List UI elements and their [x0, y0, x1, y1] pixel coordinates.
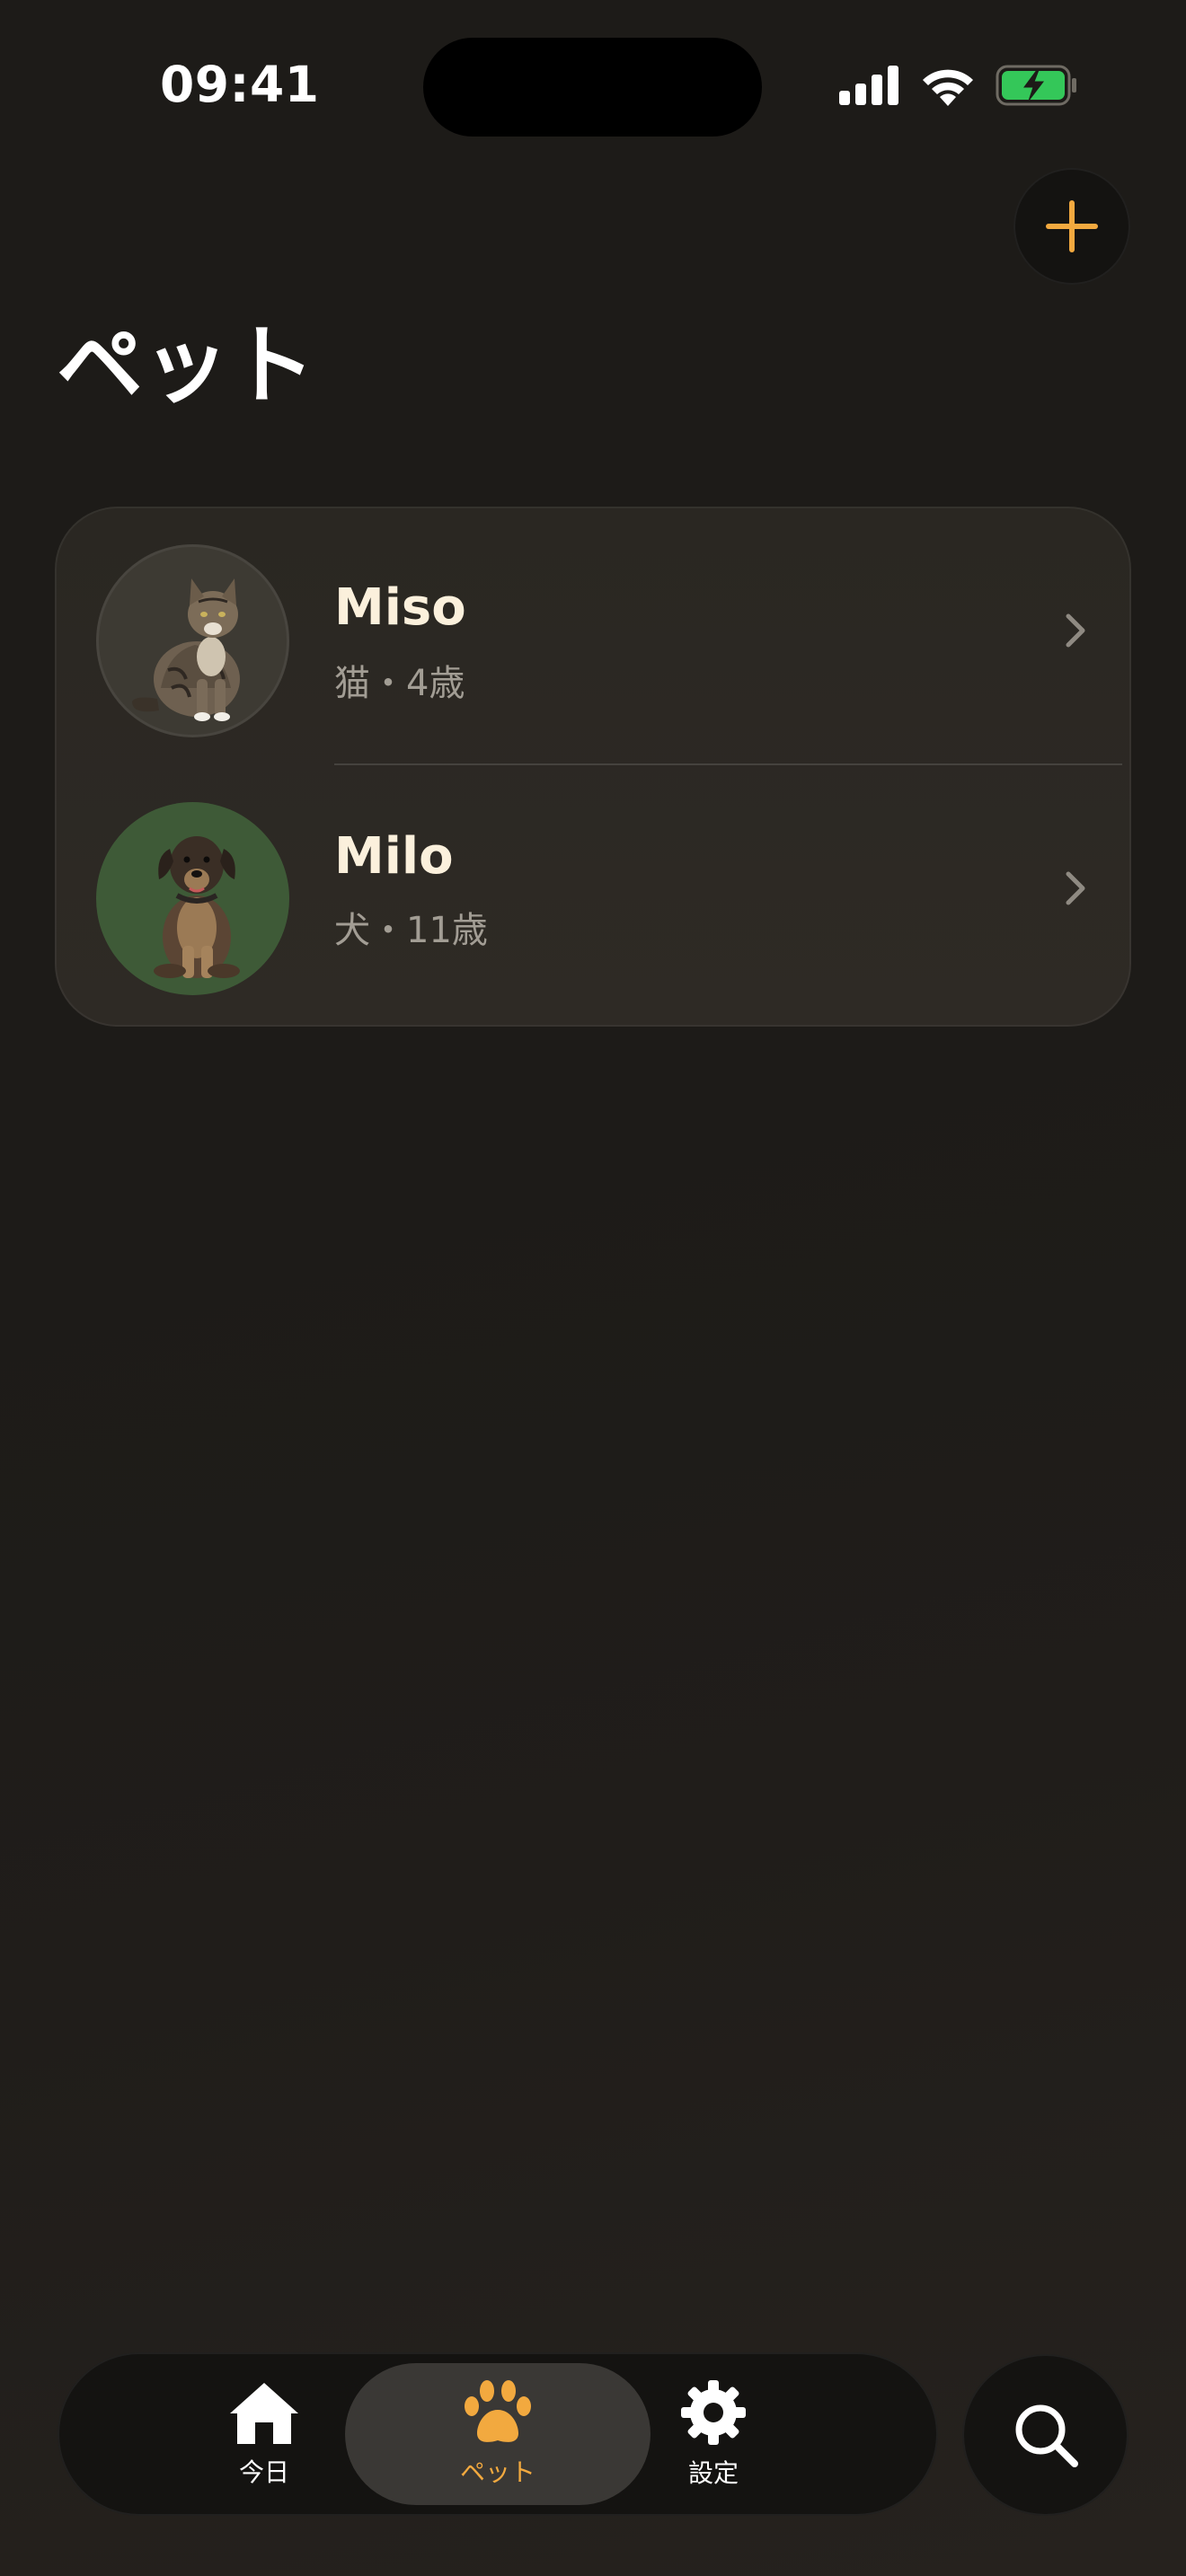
status-time: 09:41	[160, 56, 320, 113]
tab-label: ペット	[459, 2457, 535, 2487]
search-button[interactable]	[962, 2354, 1128, 2516]
pet-species-age: 犬・11歳	[334, 910, 488, 951]
search-icon	[1015, 2404, 1078, 2467]
pet-avatar-cat	[96, 544, 289, 737]
pet-list: Miso 猫・4歳 Milo 犬・11歳	[55, 507, 1131, 1027]
tab-label: 設定	[687, 2458, 739, 2488]
chevron-right-icon	[1066, 613, 1085, 648]
cellular-signal-icon	[839, 66, 898, 105]
dynamic-island	[423, 38, 762, 137]
add-pet-button[interactable]	[1013, 168, 1130, 285]
pets-screen: 09:41 ペット Miso 猫・4歳 Milo 犬・11歳 今日 ペット 設定	[0, 0, 1186, 2576]
pet-name: Milo	[334, 827, 454, 886]
pet-species-age: 猫・4歳	[334, 663, 465, 704]
pet-row-miso[interactable]: Miso 猫・4歳	[55, 507, 1131, 756]
plus-icon	[1046, 200, 1098, 252]
house-icon	[230, 2383, 298, 2444]
pet-row-milo[interactable]: Milo 犬・11歳	[55, 764, 1131, 1014]
page-title: ペット	[57, 315, 315, 416]
cat-photo	[132, 578, 240, 721]
status-icons	[839, 65, 1078, 106]
wifi-icon	[923, 69, 973, 106]
tab-label: 今日	[238, 2457, 289, 2487]
paw-icon	[465, 2380, 531, 2442]
pet-avatar-dog	[96, 802, 289, 995]
dog-photo	[154, 836, 240, 978]
chevron-right-icon	[1066, 871, 1085, 905]
battery-charging-icon	[996, 65, 1076, 106]
tab-settings[interactable]: 設定	[579, 2363, 848, 2505]
pet-name: Miso	[334, 578, 466, 637]
tab-bar: 今日 ペット 設定	[58, 2352, 938, 2516]
gear-icon	[681, 2380, 746, 2445]
